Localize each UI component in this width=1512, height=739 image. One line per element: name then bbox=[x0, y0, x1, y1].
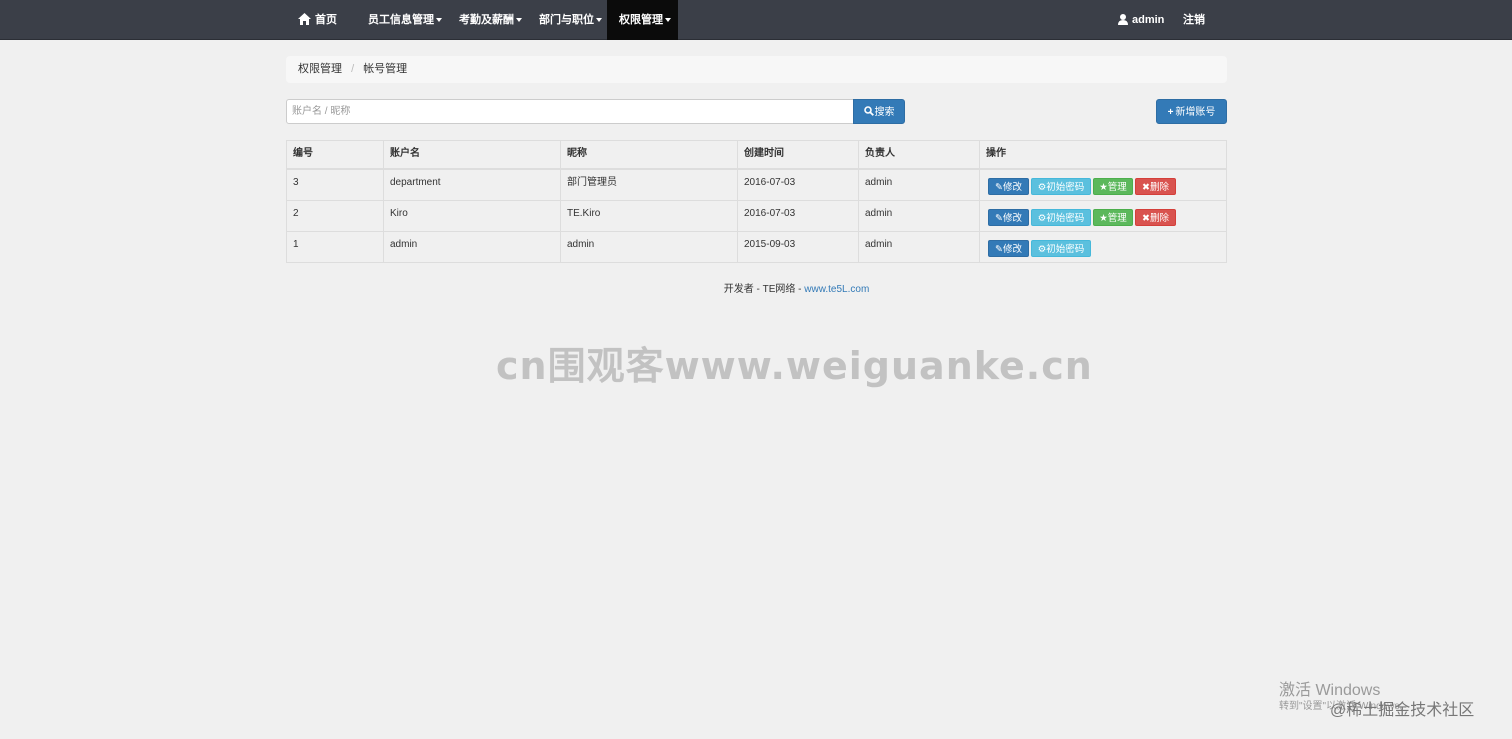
user-icon bbox=[1118, 14, 1128, 25]
home-icon bbox=[298, 13, 311, 25]
nav-department-position[interactable]: 部门与职位 bbox=[527, 0, 614, 40]
cell-account: Kiro bbox=[383, 201, 560, 231]
cell-created: 2015-09-03 bbox=[737, 232, 858, 262]
nav-logout[interactable]: 注销 bbox=[1171, 0, 1217, 40]
manage-button[interactable]: ★管理 bbox=[1093, 209, 1133, 226]
nav-user-label: admin bbox=[1132, 14, 1165, 26]
gear-icon: ⚙ bbox=[1037, 213, 1047, 224]
add-account-button-label: 新增账号 bbox=[1175, 107, 1216, 118]
table-row: 1 admin admin 2015-09-03 admin ✎修改 ⚙初始密码 bbox=[287, 231, 1226, 262]
manage-button-label: 管理 bbox=[1107, 213, 1127, 224]
nav-permission-management[interactable]: 权限管理 bbox=[607, 0, 678, 40]
star-icon: ★ bbox=[1099, 182, 1108, 193]
header-account: 账户名 bbox=[383, 141, 560, 168]
cell-owner: admin bbox=[858, 232, 979, 262]
nav-home-label: 首页 bbox=[315, 14, 337, 26]
nav-employee-info-label: 员工信息管理 bbox=[368, 14, 434, 26]
corner-watermark: @稀土掘金技术社区 bbox=[1330, 702, 1475, 719]
reset-password-button-label: 初始密码 bbox=[1046, 182, 1085, 193]
cell-created: 2016-07-03 bbox=[737, 170, 858, 200]
cell-actions: ✎修改 ⚙初始密码 ★管理 ✖删除 bbox=[979, 170, 1227, 200]
site-watermark: cn围观客www.weiguanke.cn bbox=[496, 344, 1093, 388]
footer: 开发者 - TE网络 - www.te5L.com bbox=[286, 280, 1307, 295]
header-created: 创建时间 bbox=[737, 141, 858, 168]
edit-button-label: 修改 bbox=[1002, 213, 1022, 224]
nav-attendance-salary-label: 考勤及薪酬 bbox=[459, 14, 514, 26]
star-icon: ★ bbox=[1099, 213, 1108, 224]
nav-attendance-salary[interactable]: 考勤及薪酬 bbox=[447, 0, 534, 40]
footer-link[interactable]: www.te5L.com bbox=[804, 284, 869, 295]
add-account-button[interactable]: + 新增账号 bbox=[1156, 99, 1227, 124]
cell-id: 3 bbox=[293, 177, 299, 188]
nav-employee-info[interactable]: 员工信息管理 bbox=[356, 0, 454, 40]
header-id: 编号 bbox=[293, 148, 313, 159]
cell-account: department bbox=[383, 170, 560, 200]
reset-password-button[interactable]: ⚙初始密码 bbox=[1031, 178, 1091, 195]
breadcrumb-current: 帐号管理 bbox=[363, 63, 408, 75]
caret-down-icon bbox=[516, 18, 522, 23]
header-owner: 负责人 bbox=[858, 141, 979, 168]
cell-nickname: admin bbox=[560, 232, 737, 262]
search-icon bbox=[863, 106, 874, 116]
edit-button[interactable]: ✎修改 bbox=[988, 178, 1029, 195]
delete-button-label: 删除 bbox=[1149, 182, 1169, 193]
cell-actions: ✎修改 ⚙初始密码 ★管理 ✖删除 bbox=[979, 201, 1227, 231]
reset-password-button[interactable]: ⚙初始密码 bbox=[1031, 209, 1091, 226]
header-nickname: 昵称 bbox=[560, 141, 737, 168]
edit-button[interactable]: ✎修改 bbox=[988, 209, 1029, 226]
pencil-icon: ✎ bbox=[995, 182, 1003, 193]
reset-password-button[interactable]: ⚙初始密码 bbox=[1031, 240, 1091, 257]
delete-button-label: 删除 bbox=[1149, 213, 1169, 224]
cell-nickname: 部门管理员 bbox=[560, 170, 737, 200]
footer-text: 开发者 - TE网络 - bbox=[723, 284, 805, 295]
nav-user[interactable]: admin bbox=[1106, 0, 1176, 40]
edit-button-label: 修改 bbox=[1002, 182, 1022, 193]
cell-actions: ✎修改 ⚙初始密码 bbox=[979, 232, 1227, 262]
cell-owner: admin bbox=[858, 170, 979, 200]
breadcrumb: 权限管理 / 帐号管理 bbox=[286, 56, 1227, 83]
edit-button-label: 修改 bbox=[1002, 244, 1022, 255]
table-row: 3 department 部门管理员 2016-07-03 admin ✎修改 … bbox=[287, 169, 1226, 200]
breadcrumb-separator: / bbox=[351, 63, 355, 75]
plus-icon: + bbox=[1167, 107, 1174, 118]
top-navbar: 首页 员工信息管理 考勤及薪酬 部门与职位 权限管理 admin 注销 bbox=[0, 0, 1512, 40]
caret-down-icon bbox=[596, 18, 602, 23]
navbar-inner: 首页 员工信息管理 考勤及薪酬 部门与职位 权限管理 admin 注销 bbox=[286, 0, 1227, 40]
search-button-label: 搜索 bbox=[874, 107, 895, 118]
manage-button-label: 管理 bbox=[1107, 182, 1127, 193]
close-icon: ✖ bbox=[1142, 213, 1150, 224]
cell-owner: admin bbox=[858, 201, 979, 231]
edit-button[interactable]: ✎修改 bbox=[988, 240, 1029, 257]
cell-created: 2016-07-03 bbox=[737, 201, 858, 231]
cell-id: 2 bbox=[293, 208, 299, 219]
nav-home[interactable]: 首页 bbox=[286, 0, 349, 40]
gear-icon: ⚙ bbox=[1037, 244, 1047, 255]
close-icon: ✖ bbox=[1142, 182, 1150, 193]
table-row: 2 Kiro TE.Kiro 2016-07-03 admin ✎修改 ⚙初始密… bbox=[287, 200, 1226, 231]
reset-password-button-label: 初始密码 bbox=[1046, 244, 1085, 255]
nav-logout-label: 注销 bbox=[1183, 14, 1205, 26]
caret-down-icon bbox=[665, 18, 671, 23]
nav-permission-management-label: 权限管理 bbox=[619, 14, 663, 26]
search-input[interactable] bbox=[286, 99, 854, 124]
search-button[interactable]: 搜索 bbox=[853, 99, 905, 124]
breadcrumb-parent[interactable]: 权限管理 bbox=[298, 63, 342, 75]
reset-password-button-label: 初始密码 bbox=[1046, 213, 1085, 224]
cell-nickname: TE.Kiro bbox=[560, 201, 737, 231]
table-header-row: 编号 账户名 昵称 创建时间 负责人 操作 bbox=[287, 141, 1226, 169]
accounts-table: 编号 账户名 昵称 创建时间 负责人 操作 3 department 部门管理员… bbox=[286, 140, 1227, 263]
manage-button[interactable]: ★管理 bbox=[1093, 178, 1133, 195]
gear-icon: ⚙ bbox=[1037, 182, 1047, 193]
delete-button[interactable]: ✖删除 bbox=[1135, 209, 1176, 226]
cell-account: admin bbox=[383, 232, 560, 262]
header-actions: 操作 bbox=[979, 141, 1227, 168]
nav-department-position-label: 部门与职位 bbox=[539, 14, 594, 26]
cell-id: 1 bbox=[293, 239, 299, 250]
delete-button[interactable]: ✖删除 bbox=[1135, 178, 1176, 195]
pencil-icon: ✎ bbox=[995, 213, 1003, 224]
caret-down-icon bbox=[436, 18, 442, 23]
pencil-icon: ✎ bbox=[995, 244, 1003, 255]
